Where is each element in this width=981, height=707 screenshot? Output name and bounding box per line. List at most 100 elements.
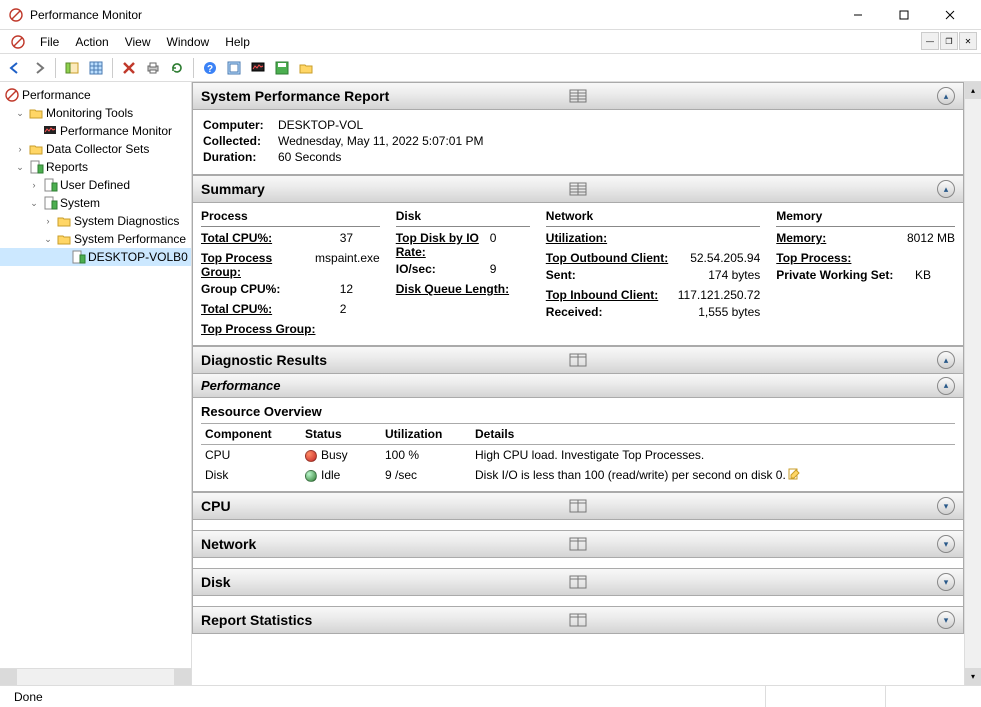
resource-overview: Resource Overview Component Status Utili… bbox=[192, 398, 964, 492]
section-disk[interactable]: Disk ▾ bbox=[192, 568, 964, 596]
vertical-scrollbar[interactable] bbox=[964, 82, 981, 685]
expand-button[interactable]: ▾ bbox=[937, 535, 955, 553]
save-button[interactable] bbox=[271, 57, 293, 79]
collected-label: Collected: bbox=[203, 134, 278, 148]
close-button[interactable] bbox=[927, 0, 973, 30]
refresh-button[interactable] bbox=[166, 57, 188, 79]
open-button[interactable] bbox=[295, 57, 317, 79]
menu-view[interactable]: View bbox=[117, 32, 159, 52]
edit-icon bbox=[788, 468, 800, 480]
table-row: CPUBusy100 %High CPU load. Investigate T… bbox=[201, 445, 955, 466]
folder-icon bbox=[56, 231, 72, 247]
tree-horizontal-scrollbar[interactable] bbox=[0, 668, 191, 685]
print-button[interactable] bbox=[142, 57, 164, 79]
forward-button[interactable] bbox=[28, 57, 50, 79]
back-button[interactable] bbox=[4, 57, 26, 79]
table-row: DiskIdle9 /secDisk I/O is less than 100 … bbox=[201, 465, 955, 485]
monitor-button[interactable] bbox=[247, 57, 269, 79]
report-icon bbox=[70, 249, 86, 265]
mdi-minimize-button[interactable]: — bbox=[921, 32, 939, 50]
navigation-tree[interactable]: Performance ⌄ Monitoring Tools Performan… bbox=[0, 82, 192, 685]
section-system-performance-report[interactable]: System Performance Report ▴ bbox=[192, 82, 964, 110]
collapse-button[interactable]: ▴ bbox=[937, 377, 955, 395]
properties-button[interactable] bbox=[85, 57, 107, 79]
col-status: Status bbox=[301, 424, 381, 445]
tree-label: Performance bbox=[22, 88, 91, 102]
duration-value: 60 Seconds bbox=[278, 150, 341, 164]
expander-icon[interactable]: ⌄ bbox=[14, 107, 26, 119]
resource-title: Resource Overview bbox=[201, 404, 955, 419]
summary-memory: Memory Memory:8012 MB Top Process: Priva… bbox=[768, 203, 963, 345]
menu-window[interactable]: Window bbox=[159, 32, 218, 52]
col-header: Memory bbox=[776, 209, 955, 227]
section-performance[interactable]: Performance ▴ bbox=[192, 374, 964, 398]
col-utilization: Utilization bbox=[381, 424, 471, 445]
menu-app-icon bbox=[10, 34, 26, 50]
section-network[interactable]: Network ▾ bbox=[192, 530, 964, 558]
cell-component: Disk bbox=[201, 465, 301, 485]
expand-button[interactable]: ▾ bbox=[937, 573, 955, 591]
mdi-restore-button[interactable]: ❐ bbox=[940, 32, 958, 50]
summary-grid: Process Total CPU%:37 Top Process Group:… bbox=[192, 203, 964, 346]
collapse-button[interactable]: ▴ bbox=[937, 351, 955, 369]
grid-icon bbox=[569, 182, 587, 196]
tree-reports[interactable]: ⌄ Reports bbox=[0, 158, 191, 176]
menu-file[interactable]: File bbox=[32, 32, 67, 52]
svg-text:?: ? bbox=[207, 64, 213, 75]
col-component: Component bbox=[201, 424, 301, 445]
tree-label: System Performance bbox=[74, 232, 186, 246]
cell-details: High CPU load. Investigate Top Processes… bbox=[471, 445, 955, 466]
status-text: Done bbox=[6, 686, 765, 707]
tree-sysperf[interactable]: ⌄ System Performance bbox=[0, 230, 191, 248]
menu-help[interactable]: Help bbox=[217, 32, 258, 52]
computer-label: Computer: bbox=[203, 118, 278, 132]
reports-icon bbox=[42, 195, 58, 211]
section-summary[interactable]: Summary ▴ bbox=[192, 175, 964, 203]
collected-value: Wednesday, May 11, 2022 5:07:01 PM bbox=[278, 134, 483, 148]
expand-button[interactable]: ▾ bbox=[937, 497, 955, 515]
tree-dcs[interactable]: › Data Collector Sets bbox=[0, 140, 191, 158]
expander-icon[interactable]: ⌄ bbox=[14, 161, 26, 173]
grid-icon bbox=[569, 353, 587, 367]
section-report-statistics[interactable]: Report Statistics ▾ bbox=[192, 606, 964, 634]
cell-status: Idle bbox=[301, 465, 381, 485]
mdi-close-button[interactable]: ✕ bbox=[959, 32, 977, 50]
menu-action[interactable]: Action bbox=[67, 32, 116, 52]
delete-button[interactable] bbox=[118, 57, 140, 79]
tree-label: Reports bbox=[46, 160, 88, 174]
expander-icon[interactable]: › bbox=[14, 143, 26, 155]
status-cell-2 bbox=[765, 686, 885, 707]
perfmon-icon bbox=[4, 87, 20, 103]
expand-button[interactable]: ▾ bbox=[937, 611, 955, 629]
minimize-button[interactable] bbox=[835, 0, 881, 30]
collapse-button[interactable]: ▴ bbox=[937, 87, 955, 105]
expander-icon[interactable]: › bbox=[42, 215, 54, 227]
summary-disk: Disk Top Disk by IO Rate:0 IO/sec:9 Disk… bbox=[388, 203, 538, 345]
expander-icon[interactable]: ⌄ bbox=[42, 233, 54, 245]
tree-label: DESKTOP-VOLB0 bbox=[88, 250, 188, 264]
tree-perfmon[interactable]: Performance Monitor bbox=[0, 122, 191, 140]
show-hide-tree-button[interactable] bbox=[61, 57, 83, 79]
freeze-button[interactable] bbox=[223, 57, 245, 79]
tree-sysdiag[interactable]: › System Diagnostics bbox=[0, 212, 191, 230]
help-button[interactable]: ? bbox=[199, 57, 221, 79]
tree-label: Performance Monitor bbox=[60, 124, 172, 138]
collapse-button[interactable]: ▴ bbox=[937, 180, 955, 198]
tree-monitoring-tools[interactable]: ⌄ Monitoring Tools bbox=[0, 104, 191, 122]
reports-icon bbox=[28, 159, 44, 175]
tree-system[interactable]: ⌄ System bbox=[0, 194, 191, 212]
tree-label: System bbox=[60, 196, 100, 210]
toolbar: ? bbox=[0, 54, 981, 82]
expander-icon[interactable]: › bbox=[28, 179, 40, 191]
computer-value: DESKTOP-VOL bbox=[278, 118, 363, 132]
section-diagnostic-results[interactable]: Diagnostic Results ▴ bbox=[192, 346, 964, 374]
maximize-button[interactable] bbox=[881, 0, 927, 30]
tree-performance[interactable]: Performance bbox=[0, 86, 191, 104]
col-header: Disk bbox=[396, 209, 530, 227]
tree-user-defined[interactable]: › User Defined bbox=[0, 176, 191, 194]
tree-node-selected[interactable]: DESKTOP-VOLB0 bbox=[0, 248, 191, 266]
expander-icon[interactable]: ⌄ bbox=[28, 197, 40, 209]
section-cpu[interactable]: CPU ▾ bbox=[192, 492, 964, 520]
folder-icon bbox=[28, 105, 44, 121]
tree-label: Monitoring Tools bbox=[46, 106, 133, 120]
